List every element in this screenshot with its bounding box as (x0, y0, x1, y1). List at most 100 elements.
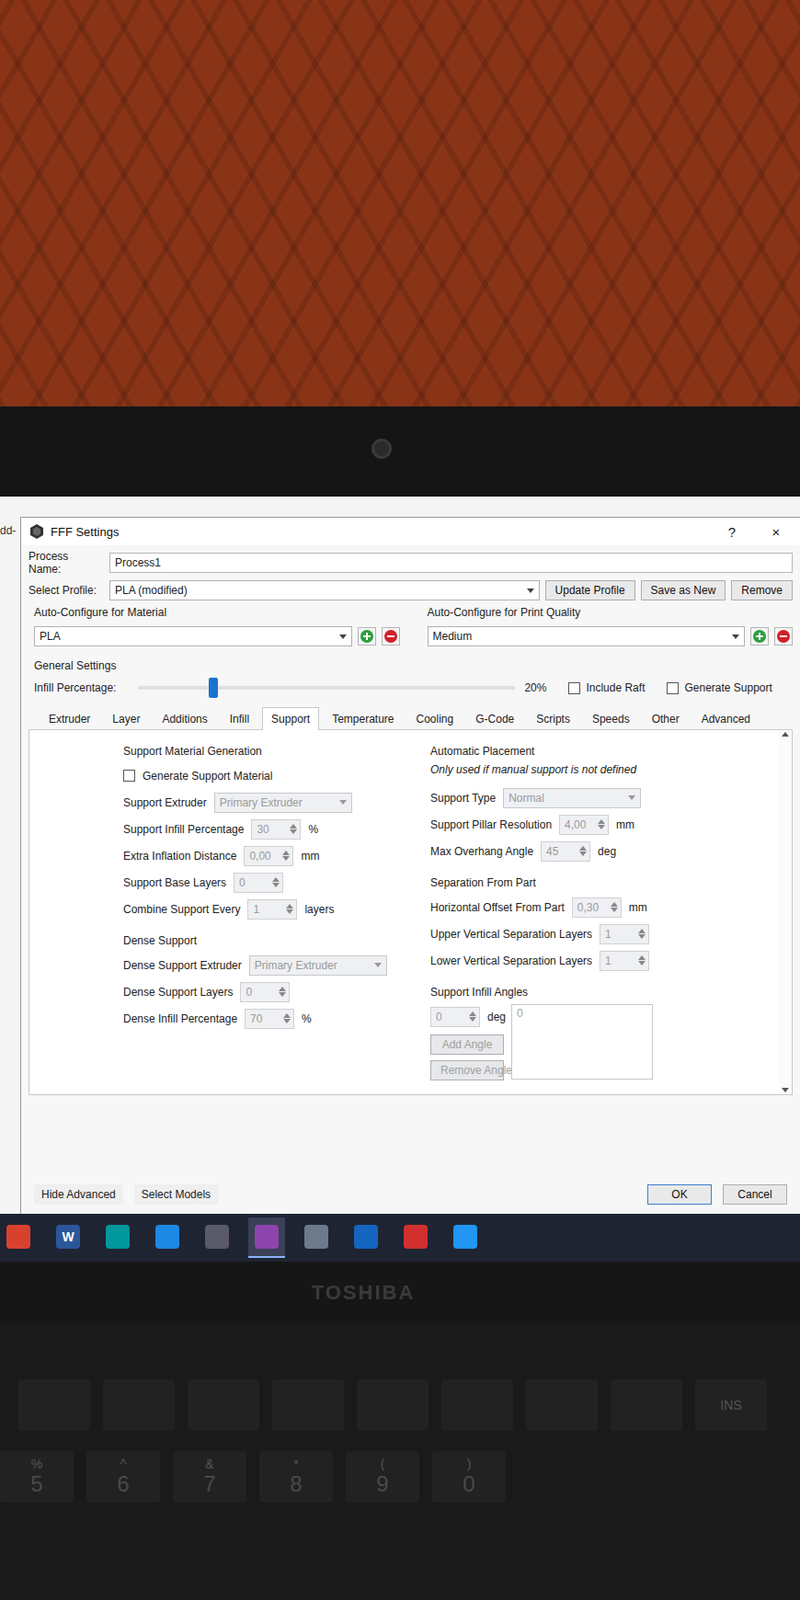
angle-button[interactable]: Add Angle (430, 1034, 504, 1055)
taskbar-item[interactable] (99, 1217, 137, 1258)
key[interactable] (18, 1379, 91, 1431)
auto-configure-select[interactable]: PLA (34, 626, 353, 647)
key[interactable] (525, 1379, 598, 1431)
tab[interactable]: Additions (152, 707, 217, 731)
group-title: Support Infill Angles (430, 982, 770, 1003)
spin-box[interactable]: 0,00 (243, 845, 294, 867)
checkbox-row[interactable]: Generate Support Material (123, 763, 400, 789)
key[interactable]: ^6 (86, 1451, 160, 1503)
key[interactable] (187, 1379, 260, 1431)
key[interactable]: %5 (0, 1451, 74, 1503)
key[interactable]: INS (695, 1379, 767, 1431)
spin-box[interactable]: 45 (540, 841, 591, 862)
tab[interactable]: Speeds (582, 707, 640, 731)
group-title: Automatic Placement (430, 741, 770, 762)
profile-button[interactable]: Remove (731, 580, 793, 601)
key[interactable] (102, 1379, 175, 1431)
tab[interactable]: Other (642, 707, 689, 731)
spin-box[interactable]: 0,30 (571, 897, 622, 918)
spin-box[interactable]: 0 (240, 982, 290, 1003)
general-checkbox[interactable]: Generate Support (666, 681, 772, 695)
taskbar-item[interactable] (397, 1217, 435, 1258)
auto-configure: Auto-Configure for Print Quality Medium (427, 605, 794, 651)
taskbar-item[interactable] (446, 1217, 484, 1258)
spin-box[interactable]: 1 (599, 924, 650, 945)
angle-button[interactable]: Remove Angle (430, 1060, 504, 1081)
spin-value: 0 (239, 876, 246, 890)
key[interactable]: *8 (259, 1451, 333, 1503)
checkbox[interactable] (123, 769, 136, 782)
taskbar-item[interactable] (297, 1217, 335, 1258)
select-box[interactable]: Primary Extruder (214, 792, 353, 813)
key[interactable] (610, 1379, 683, 1431)
remove-button[interactable] (381, 627, 400, 646)
spin-box[interactable]: 0 (233, 872, 284, 893)
spin-arrows (638, 955, 646, 966)
slider-thumb[interactable] (208, 677, 218, 698)
tab[interactable]: Temperature (322, 707, 403, 731)
profile-button[interactable]: Update Profile (545, 580, 636, 601)
key[interactable] (356, 1379, 429, 1431)
footer-button[interactable]: Select Models (134, 1184, 218, 1205)
taskbar-item[interactable] (248, 1217, 286, 1258)
close-button[interactable]: × (757, 524, 795, 540)
select-box[interactable]: Primary Extruder (249, 955, 388, 976)
taskbar-item[interactable] (198, 1217, 236, 1258)
profile-select[interactable]: PLA (modified) (109, 580, 540, 601)
tab[interactable]: G-Code (466, 707, 524, 731)
add-button[interactable] (357, 627, 377, 646)
spin-box[interactable]: 4,00 (559, 814, 609, 835)
footer-button[interactable]: Hide Advanced (34, 1184, 124, 1205)
checkbox[interactable] (666, 682, 679, 695)
taskbar-item[interactable] (0, 1217, 37, 1258)
arrow-up-icon (282, 850, 290, 856)
taskbar-item[interactable] (347, 1217, 385, 1258)
spin-box[interactable]: 70 (244, 1008, 295, 1029)
spin-box[interactable]: 1 (599, 950, 650, 972)
spin-box[interactable]: 0 (430, 1006, 480, 1028)
general-checkbox[interactable]: Include Raft (568, 681, 645, 695)
key[interactable]: )0 (432, 1451, 506, 1503)
auto-configure-select[interactable]: Medium (427, 626, 746, 647)
checkbox[interactable] (568, 682, 581, 695)
spin-box[interactable]: 30 (251, 819, 301, 840)
arrow-up-icon (597, 819, 606, 824)
settings-group: Support Material GenerationGenerate Supp… (123, 741, 400, 922)
tab[interactable]: Scripts (526, 707, 580, 731)
key[interactable]: (9 (345, 1451, 420, 1503)
scroll-down-icon (781, 1087, 789, 1093)
spin-box[interactable]: 1 (247, 899, 298, 920)
infill-slider[interactable] (137, 685, 515, 690)
tab[interactable]: Cooling (407, 707, 464, 731)
right-column: Automatic PlacementOnly used if manual s… (430, 741, 770, 1095)
tab[interactable]: Layer (102, 707, 149, 731)
remove-button[interactable] (774, 627, 793, 646)
process-name-input[interactable]: Process1 (109, 552, 793, 573)
taskbar-item[interactable] (148, 1217, 186, 1258)
key[interactable]: &7 (172, 1451, 247, 1503)
key[interactable] (272, 1379, 344, 1431)
select-value: Primary Extruder (219, 796, 303, 810)
tab[interactable]: Advanced (692, 707, 760, 731)
key[interactable] (441, 1379, 514, 1431)
field-label: Dense Support Extruder (123, 959, 242, 972)
angle-list[interactable]: 0 (511, 1004, 653, 1080)
arrow-down-icon (285, 909, 294, 915)
tab[interactable]: Extruder (39, 707, 100, 731)
add-button[interactable] (750, 627, 769, 646)
angle-item[interactable]: 0 (516, 1006, 648, 1020)
tab[interactable]: Support (262, 707, 320, 731)
app-icon (453, 1224, 478, 1249)
taskbar-item[interactable]: W (49, 1217, 87, 1258)
scrollbar[interactable] (778, 730, 792, 1095)
left-column: Support Material GenerationGenerate Supp… (123, 741, 400, 1095)
auto-configure-label: Auto-Configure for Print Quality (427, 605, 794, 619)
tab[interactable]: Infill (220, 707, 259, 731)
help-button[interactable]: ? (713, 524, 751, 540)
ok-button[interactable]: OK (647, 1184, 712, 1205)
select-box[interactable]: Normal (502, 788, 641, 809)
profile-button[interactable]: Save as New (640, 580, 727, 601)
cancel-button[interactable]: Cancel (722, 1184, 788, 1205)
spin-value: 0,30 (577, 901, 599, 915)
arrow-down-icon (278, 992, 286, 997)
